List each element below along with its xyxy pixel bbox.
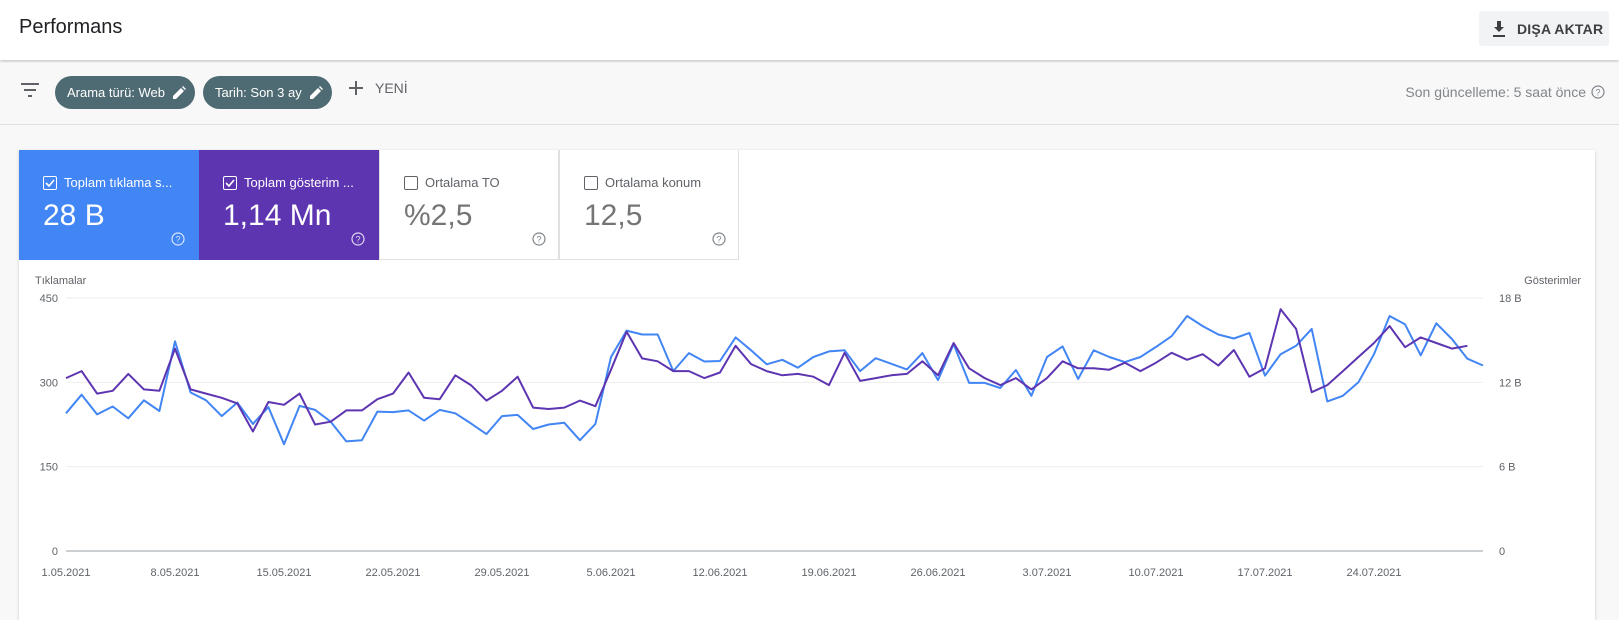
new-filter-label: YENİ (375, 80, 408, 96)
x-tick-label: 10.07.2021 (1128, 567, 1183, 579)
x-tick-label: 1.05.2021 (42, 567, 91, 579)
metric-total-clicks[interactable]: Toplam tıklama s... 28 B ? (19, 150, 199, 260)
y-tick-label-right: 6 B (1499, 462, 1516, 474)
svg-text:?: ? (716, 235, 721, 245)
chart-lines (65, 308, 1484, 446)
metric-average-position[interactable]: Ortalama konum 12,5 ? (559, 150, 739, 260)
x-tick-label: 24.07.2021 (1346, 567, 1401, 579)
metric-label: Ortalama konum (584, 175, 701, 190)
y-tick-label-left: 0 (52, 546, 58, 558)
metric-value: 1,14 Mn (223, 199, 332, 232)
performance-card: Toplam tıklama s... 28 B ? Toplam göster… (19, 150, 1595, 620)
chip-search-type[interactable]: Arama türü: Web (55, 76, 195, 109)
download-icon (1493, 20, 1505, 37)
check-icon (225, 178, 235, 187)
y-tick-label-right: 0 (1499, 546, 1505, 558)
y-axis-left-title: Tıklamalar (35, 275, 87, 287)
checkbox-unchecked[interactable] (584, 175, 598, 190)
chip-search-type-label: Arama türü: Web (67, 85, 166, 100)
y-tick-label-left: 450 (40, 293, 58, 305)
new-filter-button[interactable]: YENİ (349, 80, 408, 96)
metric-label: Toplam gösterim ... (223, 175, 354, 190)
metric-value: %2,5 (404, 199, 473, 232)
chip-date-label: Tarih: Son 3 ay (215, 85, 302, 100)
x-tick-label: 26.06.2021 (910, 567, 965, 579)
filter-bar: Arama türü: Web Tarih: Son 3 ay YENİ Son… (0, 63, 1619, 125)
y-tick-label-left: 150 (40, 462, 58, 474)
x-tick-label: 3.07.2021 (1023, 567, 1072, 579)
last-update-text: Son güncelleme: 5 saat önce (1405, 84, 1586, 100)
metric-total-impressions[interactable]: Toplam gösterim ... 1,14 Mn ? (199, 150, 379, 260)
help-icon[interactable]: ? (532, 232, 546, 246)
metric-label-text: Ortalama TO (425, 175, 500, 190)
metric-value: 28 B (43, 199, 105, 232)
y-tick-label-right: 18 B (1499, 293, 1522, 305)
x-tick-label: 15.05.2021 (256, 567, 311, 579)
page-title: Performans (19, 16, 123, 38)
series-line-right[interactable] (65, 308, 1468, 433)
checkbox-checked[interactable] (223, 175, 237, 190)
export-button[interactable]: DIŞA AKTAR (1479, 11, 1609, 46)
plus-icon (349, 81, 363, 95)
y-tick-label-right: 12 B (1499, 377, 1522, 389)
svg-text:?: ? (355, 235, 360, 245)
check-icon (45, 178, 55, 187)
x-tick-label: 19.06.2021 (801, 567, 856, 579)
y-axis-right-title: Gösterimler (1524, 275, 1581, 287)
filter-icon[interactable] (21, 83, 39, 97)
x-tick-label: 17.07.2021 (1237, 567, 1292, 579)
series-line-left[interactable] (65, 315, 1484, 446)
checkbox-unchecked[interactable] (404, 175, 418, 190)
export-label: DIŞA AKTAR (1517, 20, 1604, 37)
edit-icon[interactable] (309, 86, 323, 99)
metric-label-text: Toplam gösterim ... (244, 175, 354, 190)
x-tick-label: 12.06.2021 (692, 567, 747, 579)
chart-ticks: 0 0 150 6 B 300 12 B 450 18 B 1.05.2021 8.05.2021… (40, 293, 1522, 579)
help-icon[interactable]: ? (351, 232, 365, 246)
x-tick-label: 29.05.2021 (474, 567, 529, 579)
chip-date[interactable]: Tarih: Son 3 ay (203, 76, 332, 109)
metric-value: 12,5 (584, 199, 643, 232)
x-tick-label: 5.06.2021 (587, 567, 636, 579)
top-bar: Performans DIŞA AKTAR (0, 0, 1619, 60)
metric-label: Ortalama TO (404, 175, 500, 190)
checkbox-checked[interactable] (43, 175, 57, 190)
svg-text:?: ? (536, 235, 541, 245)
help-icon[interactable]: ? (171, 232, 185, 246)
metric-label-text: Ortalama konum (605, 175, 702, 190)
x-tick-label: 22.05.2021 (365, 567, 420, 579)
metric-label-text: Toplam tıklama s... (64, 175, 173, 190)
svg-text:?: ? (1595, 88, 1600, 98)
edit-icon[interactable] (173, 86, 187, 99)
chart-grid (66, 297, 1483, 552)
help-icon[interactable]: ? (1591, 85, 1605, 99)
metric-average-ctr[interactable]: Ortalama TO %2,5 ? (379, 150, 559, 260)
help-icon[interactable]: ? (712, 232, 726, 246)
y-tick-label-left: 300 (40, 377, 58, 389)
metric-label: Toplam tıklama s... (43, 175, 172, 190)
last-update: Son güncelleme: 5 saat önce ? (1405, 84, 1605, 100)
x-tick-label: 8.05.2021 (151, 567, 200, 579)
svg-text:?: ? (175, 235, 180, 245)
performance-chart[interactable]: Tıklamalar Gösterimler 0 0 150 6 B 300 12 B 45… (19, 260, 1595, 620)
